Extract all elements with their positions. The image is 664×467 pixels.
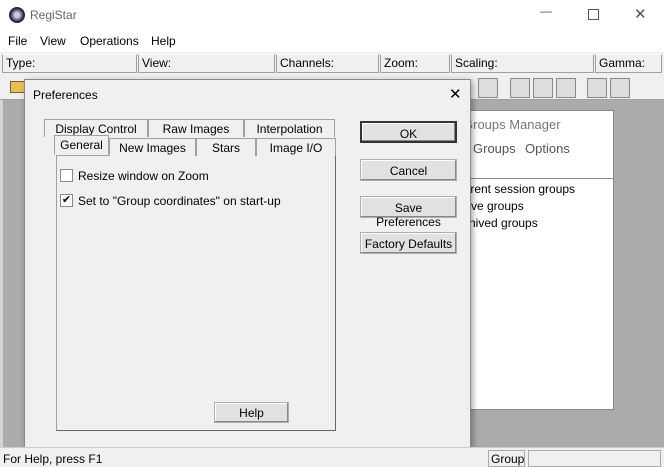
- dialog-title: Preferences: [33, 88, 98, 102]
- tab-image-io[interactable]: Image I/O: [256, 138, 336, 156]
- tab-new-images[interactable]: New Images: [109, 138, 196, 156]
- menu-options[interactable]: Options: [525, 141, 570, 156]
- group-coordinates-label[interactable]: Set to "Group coordinates" on start-up: [78, 194, 281, 208]
- info-type: Type:: [2, 54, 137, 73]
- resize-on-zoom-label[interactable]: Resize window on Zoom: [78, 169, 209, 183]
- info-channels: Channels:: [276, 54, 379, 73]
- cancel-button[interactable]: Cancel: [360, 159, 457, 181]
- resize-on-zoom-checkbox[interactable]: [60, 169, 73, 182]
- menu-bar: File View Operations Help: [0, 30, 664, 52]
- menu-operations[interactable]: Operations: [80, 34, 139, 48]
- menu-file[interactable]: File: [8, 34, 27, 48]
- app-icon: [9, 7, 25, 23]
- info-zoom: Zoom:: [380, 54, 450, 73]
- menu-groups[interactable]: Groups: [473, 141, 516, 156]
- group-coordinates-checkbox[interactable]: ✔: [60, 194, 73, 207]
- tool-button[interactable]: [510, 78, 530, 98]
- tool-button[interactable]: [610, 78, 630, 98]
- title-bar: RegiStar — ✕: [0, 0, 664, 30]
- save-preferences-button[interactable]: Save Preferences: [360, 196, 457, 229]
- ok-button[interactable]: OK: [360, 121, 457, 143]
- tool-button[interactable]: [533, 78, 553, 98]
- menu-view[interactable]: View: [40, 34, 66, 48]
- tab-stars[interactable]: Stars: [196, 138, 256, 156]
- preferences-dialog: Preferences ✕ Display Control Raw Images…: [24, 79, 471, 448]
- histogram-icon[interactable]: [587, 78, 607, 98]
- info-scaling: Scaling:: [451, 54, 594, 73]
- info-gamma: Gamma:: [595, 54, 662, 73]
- tool-button[interactable]: [556, 78, 576, 98]
- factory-defaults-button[interactable]: Factory Defaults: [360, 232, 457, 254]
- tab-general[interactable]: General: [54, 135, 109, 155]
- groups-manager-title: Groups Manager: [463, 117, 561, 132]
- minimize-button[interactable]: —: [540, 4, 552, 18]
- status-bar: For Help, press F1 Group: [0, 447, 664, 467]
- window-title: RegiStar: [30, 8, 77, 22]
- status-mode: Group: [488, 450, 525, 467]
- tab-interpolation[interactable]: Interpolation: [244, 119, 335, 137]
- tool-button[interactable]: [478, 78, 498, 98]
- close-button[interactable]: ✕: [634, 5, 647, 23]
- info-view: View:: [138, 54, 275, 73]
- help-button[interactable]: Help: [214, 402, 289, 423]
- dialog-close-button[interactable]: ✕: [449, 85, 462, 103]
- status-panel: [528, 450, 661, 467]
- maximize-button[interactable]: [588, 9, 599, 20]
- status-text: For Help, press F1: [3, 452, 103, 466]
- tab-raw-images[interactable]: Raw Images: [148, 119, 244, 137]
- menu-help[interactable]: Help: [151, 34, 176, 48]
